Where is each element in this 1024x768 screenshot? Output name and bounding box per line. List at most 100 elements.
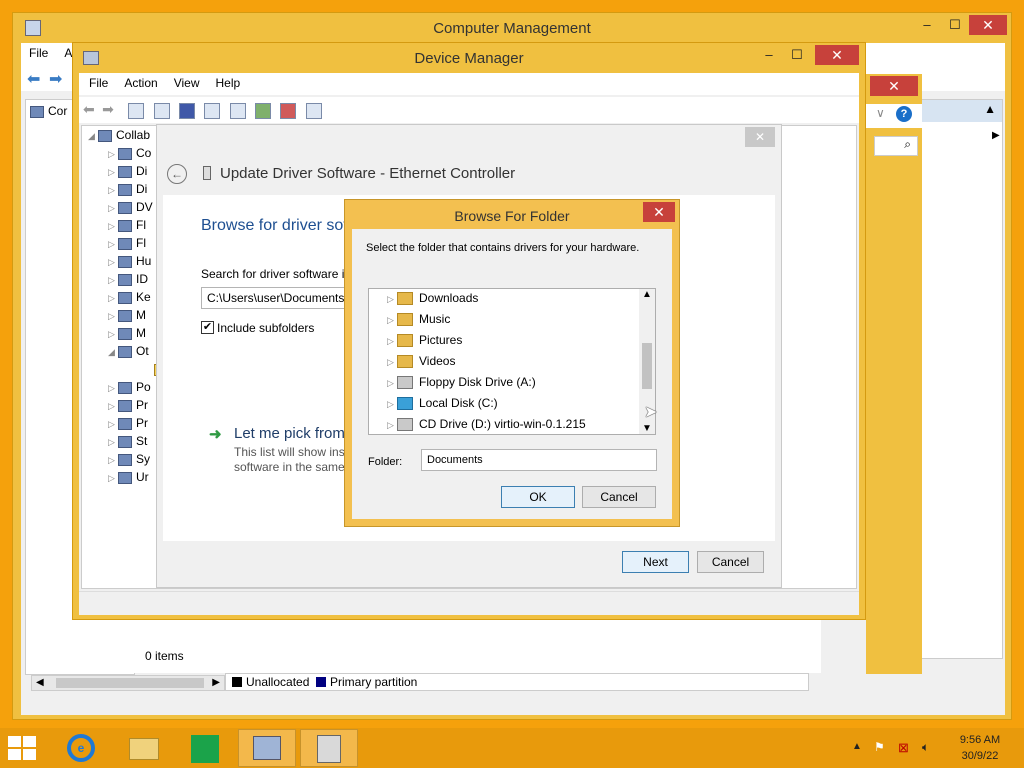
bf-folder-item[interactable]: ▷ Local Disk (C:)	[387, 396, 498, 414]
expand-icon[interactable]: ▷	[108, 383, 118, 394]
expand-icon[interactable]: ▷	[108, 419, 118, 430]
include-subfolders-checkbox[interactable]: ✔	[201, 321, 214, 334]
bf-folder-item[interactable]: ▷ Pictures	[387, 333, 462, 351]
uninstall-icon[interactable]	[280, 102, 297, 119]
forward-arrow-icon[interactable]: ➡	[102, 101, 114, 117]
ud-back-button[interactable]: ←	[167, 164, 187, 184]
dm-menu-file[interactable]: File	[79, 73, 116, 93]
expand-icon[interactable]: ▷	[108, 455, 118, 466]
dm-tree-item[interactable]: ▷ Po	[108, 380, 151, 398]
bf-folder-item[interactable]: ▷ CD Drive (D:) virtio-win-0.1.215	[387, 417, 586, 434]
show-hidden-icons[interactable]: ▲	[852, 741, 862, 752]
expand-icon[interactable]: ▷	[108, 311, 118, 322]
expand-icon[interactable]: ▷	[108, 221, 118, 232]
help-icon[interactable]: ?	[896, 106, 912, 122]
inner-close-button[interactable]: ✕	[870, 76, 918, 96]
start-button[interactable]	[8, 736, 38, 760]
cm-maximize-button[interactable]: ☐	[941, 15, 969, 35]
taskbar-computer-management-button[interactable]	[238, 729, 296, 767]
expand-icon[interactable]: ▷	[108, 149, 118, 160]
dm-tree-item[interactable]: ▷ M	[108, 308, 146, 326]
taskbar-store-button[interactable]	[176, 729, 234, 767]
bf-folder-item[interactable]: ▷ Downloads	[387, 291, 478, 309]
bf-ok-button[interactable]: OK	[501, 486, 575, 508]
expand-icon[interactable]: ▷	[387, 357, 397, 368]
expand-icon[interactable]: ▷	[387, 399, 397, 410]
dm-tree-item[interactable]: ▷ Sy	[108, 452, 150, 470]
dm-maximize-button[interactable]: ☐	[783, 45, 811, 65]
clock-date[interactable]: 30/9/22	[955, 750, 1005, 762]
dm-tree-item[interactable]: ▷ DV	[108, 200, 153, 218]
dm-close-button[interactable]: ✕	[815, 45, 859, 65]
ud-close-button[interactable]: ✕	[745, 127, 775, 147]
help-icon[interactable]	[178, 102, 195, 119]
bf-close-button[interactable]: ✕	[643, 202, 675, 222]
dm-tree-root[interactable]: ◢ Collab	[88, 128, 150, 146]
collapse-icon[interactable]: ◢	[108, 347, 118, 358]
back-arrow-icon[interactable]: ⬅	[27, 69, 40, 89]
expand-icon[interactable]: ▷	[387, 378, 397, 389]
properties-icon[interactable]	[153, 102, 170, 119]
forward-arrow-icon[interactable]: ➡	[49, 69, 62, 89]
cm-tree-root[interactable]: Cor	[30, 104, 67, 122]
dm-tree-item[interactable]: ◢ Ot	[108, 344, 149, 362]
expand-right-icon[interactable]: ▶	[992, 130, 1000, 141]
dm-menu-view[interactable]: View	[166, 73, 208, 93]
dm-tree-item[interactable]: ▷ St	[108, 434, 147, 452]
view-icon[interactable]	[204, 102, 221, 119]
expand-icon[interactable]: ▷	[387, 420, 397, 431]
taskbar-explorer-button[interactable]	[114, 729, 172, 767]
expand-icon[interactable]: ▷	[108, 185, 118, 196]
dm-tree-item[interactable]: ▷ Fl	[108, 236, 146, 254]
dm-tree-item[interactable]: ▷ Hu	[108, 254, 151, 272]
expand-icon[interactable]: ▷	[387, 294, 397, 305]
ud-cancel-button[interactable]: Cancel	[697, 551, 764, 573]
expand-icon[interactable]: ▷	[108, 329, 118, 340]
expand-icon[interactable]: ▷	[387, 315, 397, 326]
scan-hardware-icon[interactable]	[229, 102, 246, 119]
expand-icon[interactable]: ▷	[108, 437, 118, 448]
expand-icon[interactable]: ▷	[108, 239, 118, 250]
bf-cancel-button[interactable]: Cancel	[582, 486, 656, 508]
cm-minimize-button[interactable]: –	[913, 15, 941, 35]
search-icon[interactable]: ⌕	[874, 136, 918, 156]
expand-icon[interactable]: ▷	[108, 293, 118, 304]
enable-device-icon[interactable]	[305, 102, 322, 119]
dm-tree-item[interactable]: ▷ Di	[108, 164, 147, 182]
dm-tree-item[interactable]: ▷ M	[108, 326, 146, 344]
action-center-flag-icon[interactable]: ⚑	[874, 740, 885, 754]
taskbar-ie-button[interactable]: e	[52, 729, 110, 767]
dm-tree-item[interactable]: ▷ ID	[108, 272, 148, 290]
dm-tree-item[interactable]: ▷ Ur	[108, 470, 149, 488]
dm-tree-item[interactable]: ▷ Ke	[108, 290, 151, 308]
cm-hscrollbar[interactable]: ◀ ▶	[31, 675, 225, 691]
taskbar-device-manager-button[interactable]	[300, 729, 358, 767]
expand-icon[interactable]: ▷	[108, 401, 118, 412]
cm-close-button[interactable]: ✕	[969, 15, 1007, 35]
bf-titlebar[interactable]: Browse For Folder ✕	[345, 200, 679, 228]
pick-link[interactable]: Let me pick from	[234, 425, 345, 442]
volume-icon[interactable]: 🔈︎	[922, 740, 929, 755]
ud-path-input[interactable]: C:\Users\user\Documents	[201, 287, 351, 309]
show-hide-tree-icon[interactable]	[128, 102, 145, 119]
dm-tree-item[interactable]: ▷ Co	[108, 146, 151, 164]
bf-folder-item[interactable]: ▷ Videos	[387, 354, 455, 372]
dm-tree-item[interactable]: ▷ Fl	[108, 218, 146, 236]
expand-icon[interactable]: ▷	[108, 203, 118, 214]
ud-next-button[interactable]: Next	[622, 551, 689, 573]
update-driver-icon[interactable]	[254, 102, 271, 119]
expand-icon[interactable]: ▷	[108, 167, 118, 178]
expand-icon[interactable]: ▷	[387, 336, 397, 347]
dm-tree-item[interactable]: ▷ Di	[108, 182, 147, 200]
pick-arrow-icon[interactable]: ➜	[209, 425, 222, 443]
bf-folder-item[interactable]: ▷ Music	[387, 312, 450, 330]
clock-time[interactable]: 9:56 AM	[955, 734, 1005, 746]
bf-folder-item[interactable]: ▷ Floppy Disk Drive (A:)	[387, 375, 536, 393]
cm-menu-file[interactable]: File	[21, 43, 56, 63]
cm-titlebar[interactable]: Computer Management – ☐ ✕	[13, 13, 1011, 43]
network-icon[interactable]: ⊠	[898, 740, 909, 756]
include-subfolders-label[interactable]: Include subfolders	[217, 321, 314, 335]
expand-icon[interactable]: ▷	[108, 257, 118, 268]
expand-icon[interactable]: ▷	[108, 275, 118, 286]
dm-tree-item[interactable]: ▷ Pr	[108, 416, 148, 434]
